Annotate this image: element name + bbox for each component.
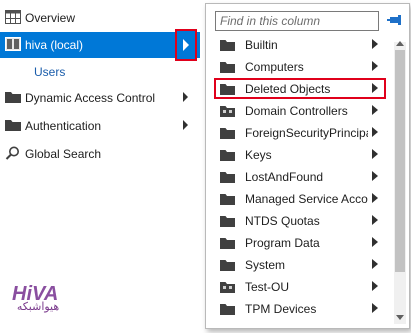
ou-icon [220,282,235,293]
list-item-deleted-objects[interactable]: Deleted Objects [214,78,386,99]
list-item-test-ou[interactable]: Test-OU [214,276,386,297]
nav-label-global-search: Global Search [25,147,102,161]
folder-icon [5,120,21,131]
folder-icon [220,260,235,271]
list-item-program-data[interactable]: Program Data [214,232,386,253]
nav-item-global-search[interactable]: Global Search [0,141,200,167]
scroll-up-icon[interactable] [396,40,404,46]
folder-icon [220,216,235,227]
column-search-input[interactable] [215,11,379,31]
folder-icon [220,304,235,315]
chevron-right-icon[interactable] [372,259,378,269]
background-edge [411,0,415,333]
chevron-right-icon[interactable] [372,171,378,181]
domain-icon [5,37,21,51]
list-item-label: NTDS Quotas [245,214,320,228]
chevron-right-icon[interactable] [182,119,190,131]
list-item-label: Keys [245,148,272,162]
list-item-label: Managed Service Accounts [245,192,368,206]
list-item-domain-controllers[interactable]: Domain Controllers [214,100,386,121]
nav-label-overview: Overview [25,11,76,25]
chevron-right-icon[interactable] [372,105,378,115]
chevron-right-icon [183,39,189,51]
folder-icon [220,194,235,205]
chevron-right-icon[interactable] [372,39,378,49]
nav-label-dynamic-access-control: Dynamic Access Control [25,91,156,105]
chevron-right-icon[interactable] [372,83,378,93]
list-item-label: System [245,258,286,272]
ou-icon [220,106,235,117]
folder-icon [220,40,235,51]
pin-icon[interactable] [387,13,405,27]
list-item-system[interactable]: System [214,254,386,275]
chevron-right-icon[interactable] [182,91,190,103]
chevron-right-icon[interactable] [372,303,378,313]
list-item-keys[interactable]: Keys [214,144,386,165]
nav-item-domain[interactable]: hiva (local) [0,32,200,58]
chevron-right-icon[interactable] [372,237,378,247]
search-icon [5,146,19,160]
overview-icon [5,10,21,24]
chevron-right-icon[interactable] [372,127,378,137]
folder-icon [220,84,235,95]
folder-icon [220,128,235,139]
chevron-right-icon[interactable] [372,61,378,71]
list-item-label: TPM Devices [245,302,317,316]
list-item-label: Deleted Objects [245,82,331,96]
navigation-pane: Overview hiva (local) Users Dynamic Acce… [0,0,205,333]
nav-item-overview[interactable]: Overview [0,5,200,31]
list-item-builtin[interactable]: Builtin [214,34,386,55]
folder-icon [220,172,235,183]
folder-icon [220,238,235,249]
expand-column-button[interactable] [175,29,197,61]
list-item-foreign-security-principals[interactable]: ForeignSecurityPrincipals [214,122,386,143]
scrollbar-thumb[interactable] [395,50,405,272]
nav-label-authentication: Authentication [25,119,102,133]
nav-label-domain: hiva (local) [25,38,84,52]
column-dropdown: Builtin Computers Deleted Objects Domain… [205,3,410,329]
scroll-down-icon[interactable] [396,315,404,321]
chevron-right-icon[interactable] [372,149,378,159]
list-item-label: LostAndFound [245,170,324,184]
list-item-label: Test-OU [245,280,290,294]
list-item-managed-service-accounts[interactable]: Managed Service Accounts [214,188,386,209]
folder-icon [220,62,235,73]
list-item-lost-and-found[interactable]: LostAndFound [214,166,386,187]
folder-icon [5,92,21,103]
nav-sub-users[interactable]: Users [34,64,65,80]
list-item-label: Program Data [245,236,320,250]
nav-item-dynamic-access-control[interactable]: Dynamic Access Control [0,85,200,111]
list-item-label: Computers [245,60,304,74]
list-item-label: Builtin [245,38,278,52]
chevron-right-icon[interactable] [372,281,378,291]
nav-item-authentication[interactable]: Authentication [0,113,200,139]
chevron-right-icon[interactable] [372,193,378,203]
list-item-computers[interactable]: Computers [214,56,386,77]
list-item-ntds-quotas[interactable]: NTDS Quotas [214,210,386,231]
list-item-tpm-devices[interactable]: TPM Devices [214,298,386,319]
chevron-right-icon[interactable] [372,215,378,225]
list-item-label: ForeignSecurityPrincipals [245,126,368,140]
logo-text: هیواشبکه [16,301,60,313]
list-item-label: Domain Controllers [245,104,348,118]
folder-icon [220,150,235,161]
